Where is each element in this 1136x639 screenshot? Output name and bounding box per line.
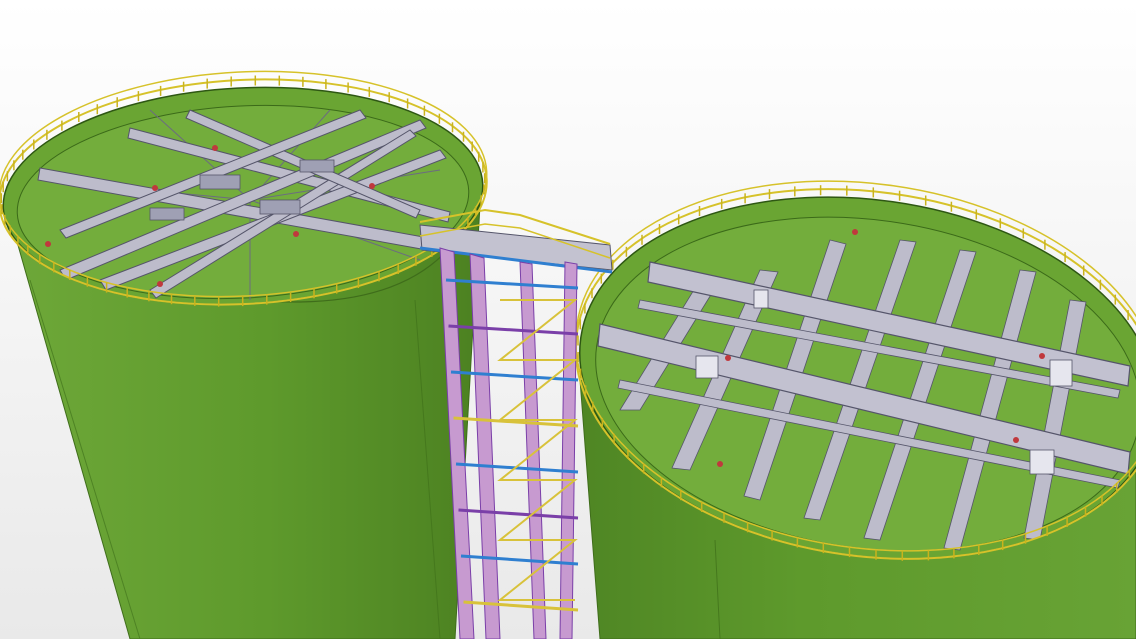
tank-model-viewport[interactable] [0, 0, 1136, 639]
3d-model-render [0, 0, 1136, 639]
